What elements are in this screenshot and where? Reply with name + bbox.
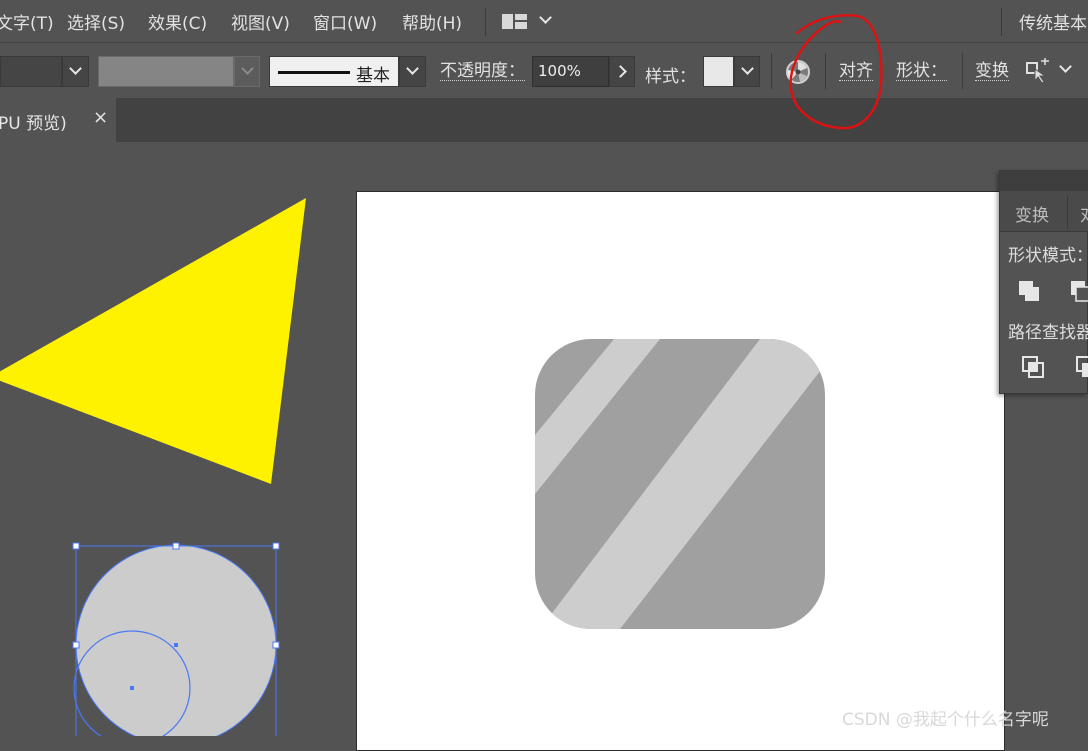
shape-modes-label: 形状模式：: [1008, 246, 1088, 266]
tab-align[interactable]: 对: [1080, 201, 1088, 226]
pathfinder-panel: 变换 对 形状模式： 路径查找器: [999, 170, 1088, 394]
rounded-square-icon[interactable]: [535, 339, 845, 629]
tab-transform[interactable]: 变换: [1015, 201, 1049, 226]
yellow-triangle[interactable]: [0, 198, 306, 484]
divide-icon: [1022, 356, 1044, 378]
minus-front-icon: [1071, 281, 1088, 302]
artwork-layer: [0, 198, 845, 736]
center-point: [174, 643, 178, 647]
panel-title-bar[interactable]: [1000, 171, 1088, 191]
tab-divider: [1067, 195, 1068, 229]
trim-icon: [1076, 356, 1088, 377]
minus-front-button[interactable]: [1068, 278, 1088, 304]
pathfinders-label: 路径查找器: [1008, 323, 1088, 343]
divide-button[interactable]: [1020, 354, 1046, 380]
watermark-text: CSDN @我起个什么名字呢: [842, 710, 1049, 730]
center-point: [130, 686, 134, 690]
panel-tab-strip: 变换 对: [1000, 191, 1088, 232]
selected-circle-group[interactable]: [72, 542, 280, 736]
unite-button[interactable]: [1016, 278, 1042, 304]
gray-circle[interactable]: [75, 544, 277, 736]
unite-icon: [1019, 281, 1039, 301]
trim-button[interactable]: [1074, 354, 1088, 380]
